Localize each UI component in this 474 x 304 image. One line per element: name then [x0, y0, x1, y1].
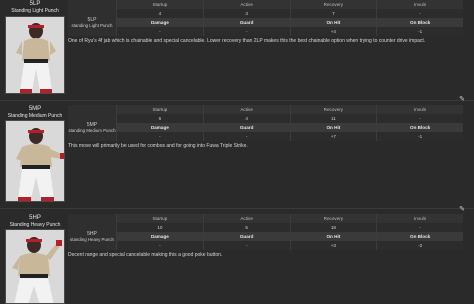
column-guard: Guard [202, 232, 290, 241]
move-code: 5HP [29, 215, 41, 221]
damage-value: - [116, 241, 203, 250]
move-header: 5MP Standing Medium Punch [0, 105, 70, 120]
column-on-hit: On Hit [289, 18, 377, 27]
column-on-hit: On Hit [289, 123, 377, 132]
on-hit-value: +3 [289, 241, 377, 250]
move-short-name: standing Medium Punch [68, 128, 116, 133]
column-damage: Damage [116, 123, 203, 132]
move-description: Decent range and special cancelable maki… [68, 252, 223, 258]
frame-data-table: Startup Active Recovery Invuln 5HP stand… [68, 214, 463, 250]
column-recovery: Recovery [289, 214, 377, 223]
column-invuln: Invuln [376, 214, 463, 223]
guard-value: - [202, 241, 290, 250]
move-short-name: standing Light Punch [71, 23, 113, 28]
move-label: 5HP standing Heavy Punch [68, 223, 116, 250]
active-value: 5 [202, 223, 290, 232]
column-on-block: On Block [376, 18, 463, 27]
move-card-5mp: ✎ 5MP Standing Medium Punch Startup Acti… [0, 96, 474, 208]
move-card-5lp: 5LP Standing Light Punch Startup Active … [0, 0, 474, 100]
frame-data-table: Startup Active Recovery Invuln 5LP stand… [68, 0, 463, 36]
column-guard: Guard [202, 123, 290, 132]
column-active: Active [202, 0, 290, 9]
column-guard: Guard [202, 18, 290, 27]
move-code: 5MP [28, 106, 42, 112]
move-name: Standing Medium Punch [7, 113, 63, 119]
character-portrait [5, 229, 65, 304]
active-value: 4 [202, 114, 290, 123]
move-code: 5LP [29, 1, 41, 7]
column-on-block: On Block [376, 232, 463, 241]
move-short-name: standing Heavy Punch [70, 237, 114, 242]
damage-value: - [116, 132, 203, 141]
invuln-value: - [376, 9, 463, 18]
column-recovery: Recovery [289, 0, 377, 9]
move-description: This move will primarily be used for com… [68, 143, 248, 149]
move-header: 5HP Standing Heavy Punch [0, 214, 70, 229]
on-block-value: -1 [376, 132, 463, 141]
column-invuln: Invuln [376, 105, 463, 114]
startup-value: 10 [116, 223, 203, 232]
move-description: One of Ryu's 4f jab which is chainable a… [68, 38, 426, 44]
column-on-hit: On Hit [289, 232, 377, 241]
pencil-icon[interactable]: ✎ [458, 206, 466, 214]
move-card-5hp: ✎ 5HP Standing Heavy Punch Startup Activ… [0, 206, 474, 304]
pencil-icon[interactable]: ✎ [458, 96, 466, 104]
column-recovery: Recovery [289, 105, 377, 114]
column-active: Active [202, 105, 290, 114]
character-portrait [5, 120, 65, 202]
column-startup: Startup [116, 0, 203, 9]
move-label: 5MP standing Medium Punch [68, 114, 116, 141]
move-name: Standing Heavy Punch [9, 222, 61, 228]
column-startup: Startup [116, 105, 203, 114]
column-damage: Damage [116, 232, 203, 241]
move-name: Standing Light Punch [11, 8, 59, 14]
column-startup: Startup [116, 214, 203, 223]
invuln-value: - [376, 223, 463, 232]
move-header: 5LP Standing Light Punch [0, 0, 70, 15]
on-hit-value: +7 [289, 132, 377, 141]
startup-value: 6 [116, 114, 203, 123]
recovery-value: 18 [289, 223, 377, 232]
move-label: 5LP standing Light Punch [68, 9, 116, 36]
on-block-value: -1 [376, 27, 463, 36]
column-on-block: On Block [376, 123, 463, 132]
column-damage: Damage [116, 18, 203, 27]
guard-value: - [202, 132, 290, 141]
recovery-value: 11 [289, 114, 377, 123]
on-hit-value: +4 [289, 27, 377, 36]
on-block-value: -2 [376, 241, 463, 250]
active-value: 3 [202, 9, 290, 18]
column-active: Active [202, 214, 290, 223]
recovery-value: 7 [289, 9, 377, 18]
invuln-value: - [376, 114, 463, 123]
frame-data-table: Startup Active Recovery Invuln 5MP stand… [68, 105, 463, 141]
guard-value: - [202, 27, 290, 36]
startup-value: 4 [116, 9, 203, 18]
character-portrait [5, 16, 65, 94]
damage-value: - [116, 27, 203, 36]
column-invuln: Invuln [376, 0, 463, 9]
